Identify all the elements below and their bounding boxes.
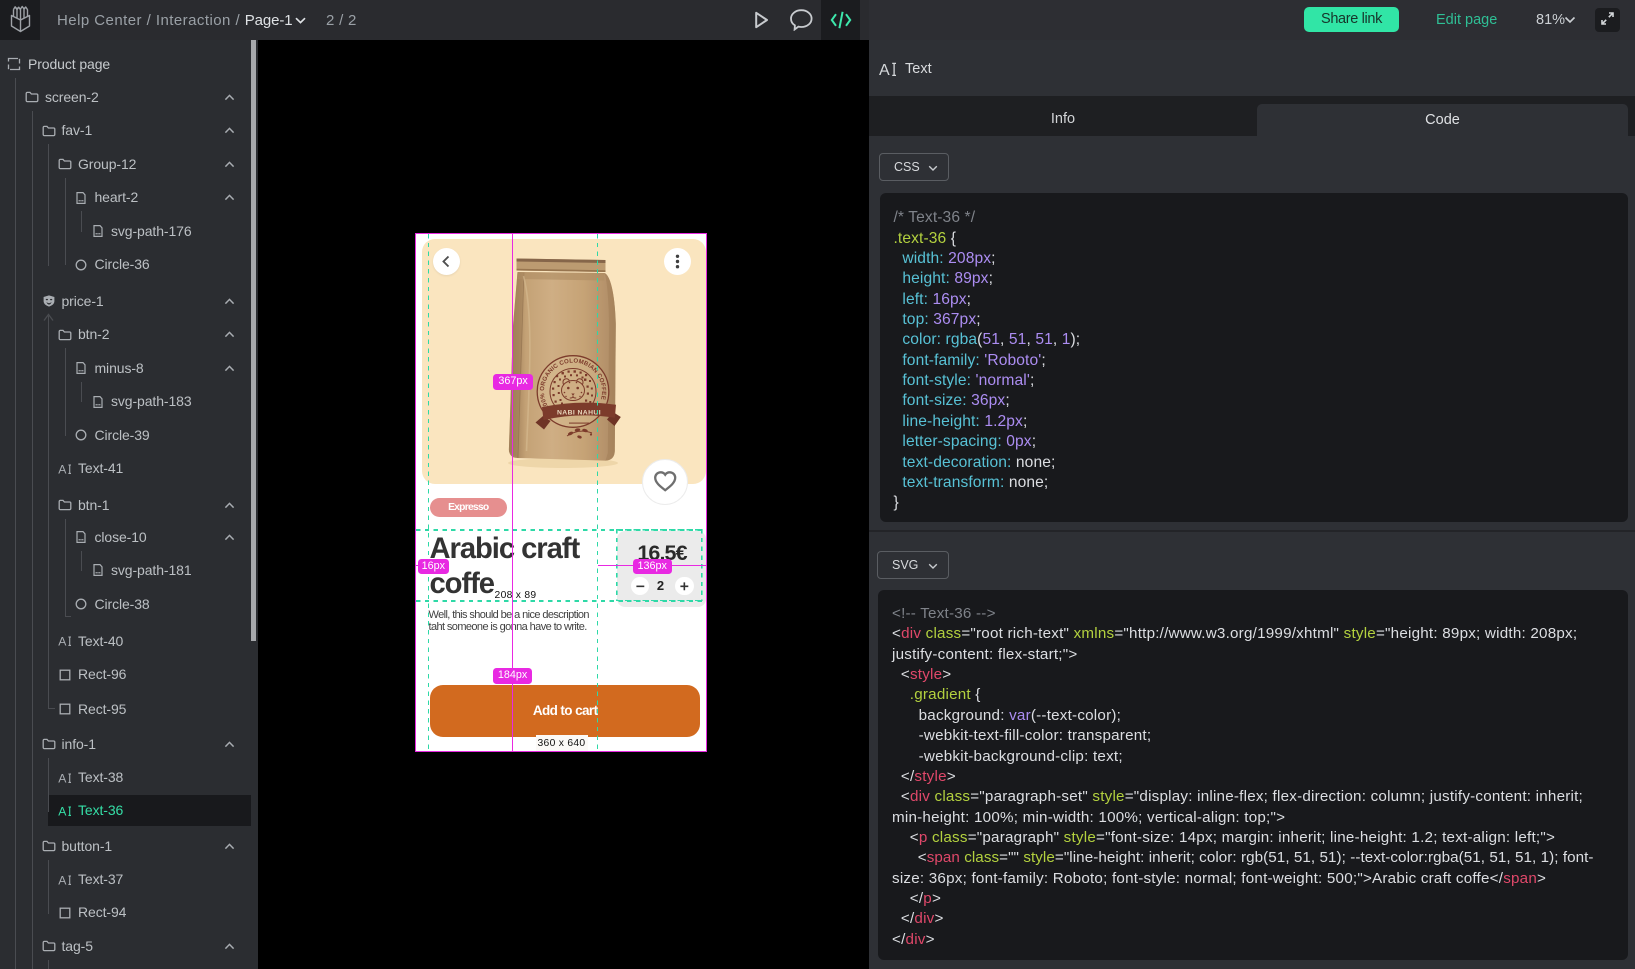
svg-text:A: A — [58, 804, 67, 818]
svg-text:A: A — [58, 873, 67, 887]
svg-text:A: A — [58, 771, 67, 785]
svg-text:A: A — [58, 634, 67, 648]
svg-text:A: A — [879, 62, 890, 79]
svg-text:A: A — [58, 462, 67, 476]
